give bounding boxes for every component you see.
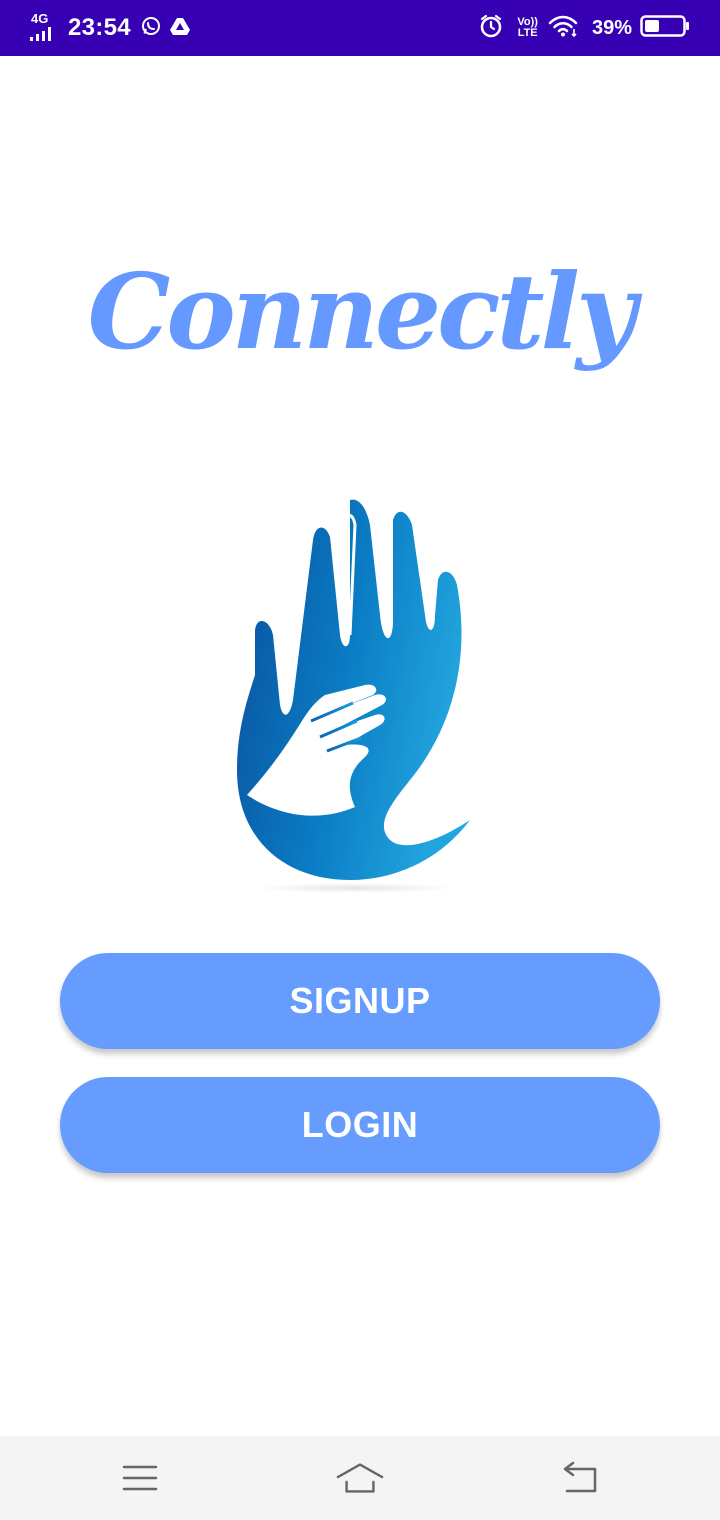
drive-icon: [169, 16, 191, 41]
wifi-icon: [548, 15, 578, 42]
alarm-icon: [479, 14, 503, 43]
hands-logo-icon: [225, 495, 485, 895]
navigation-bar: [0, 1436, 720, 1520]
whatsapp-icon: [141, 16, 161, 41]
battery-percent: 39%: [591, 16, 632, 39]
login-button[interactable]: LOGIN: [60, 1077, 660, 1173]
home-icon[interactable]: [336, 1456, 384, 1500]
app-title: Connectly: [87, 250, 637, 373]
status-bar: 4G 23:54 Vo)) LTE 39%: [0, 0, 720, 56]
signup-button[interactable]: SIGNUP: [60, 953, 660, 1049]
battery-icon: [640, 14, 690, 42]
menu-icon[interactable]: [116, 1456, 164, 1500]
status-bar-right: Vo)) LTE 39%: [479, 14, 690, 43]
status-bar-left: 4G 23:54: [30, 11, 199, 43]
network-type: 4G: [31, 11, 49, 26]
volte-icon: Vo)) LTE: [517, 17, 538, 39]
volte-bottom-label: LTE: [517, 27, 538, 39]
back-icon[interactable]: [555, 1456, 603, 1500]
signal-icon: 4G: [30, 11, 62, 43]
status-time: 23:54: [68, 14, 131, 41]
